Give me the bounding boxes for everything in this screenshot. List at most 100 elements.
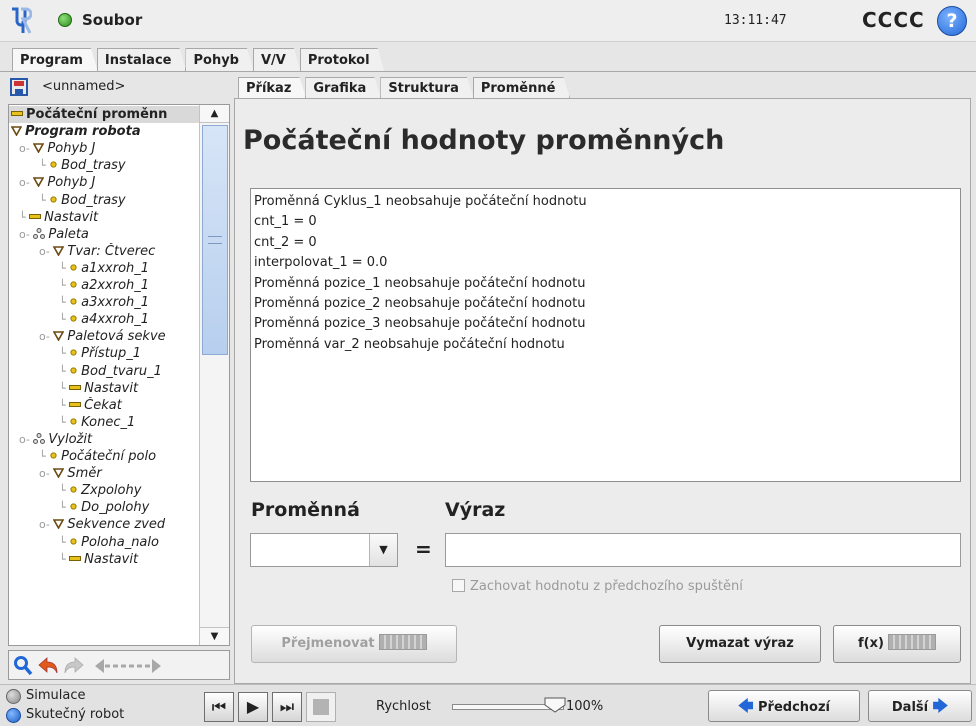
tab-variables[interactable]: Proměnné xyxy=(473,77,571,99)
tree-node[interactable]: o- Pohyb J xyxy=(9,140,199,157)
tree-node[interactable]: └ Konec_1 xyxy=(9,414,199,431)
tree-node-label: Vyložit xyxy=(48,431,93,447)
program-name: <unnamed> xyxy=(42,79,126,94)
bottom-bar: Simulace Skutečný robot ⏮ ▶ ⏭ Rychlost 1… xyxy=(0,684,976,726)
scroll-thumb[interactable] xyxy=(202,125,228,355)
tree-node-label: Přístup_1 xyxy=(81,346,142,362)
tree-connector-icon: └ xyxy=(39,159,50,173)
tree-node-label: Bod_trasy xyxy=(61,192,126,208)
step-forward-icon[interactable]: ⏭ xyxy=(272,692,302,722)
tree-node[interactable]: └ a3xxroh_1 xyxy=(9,294,199,311)
tab-program[interactable]: Program xyxy=(12,48,98,72)
fx-button[interactable]: f(x) xyxy=(833,625,961,663)
tree-toolbar xyxy=(8,650,230,680)
move-node-icon[interactable] xyxy=(93,655,163,677)
rename-button[interactable]: Přejmenovat xyxy=(251,625,457,663)
tree-node[interactable]: o- Směr xyxy=(9,465,199,482)
keep-value-label: Zachovat hodnotu z předchozího spuštění xyxy=(470,579,743,594)
tree-node[interactable]: └ Nastavit xyxy=(9,209,199,226)
tree-node[interactable]: └ Zxpolohy xyxy=(9,482,199,499)
scroll-down-icon[interactable]: ▼ xyxy=(200,627,229,645)
tree-node[interactable]: └ Čekat xyxy=(9,397,199,414)
tree-connector-icon: └ xyxy=(39,450,50,463)
tab-divider xyxy=(0,71,976,72)
tree-node[interactable]: Počáteční proměnn xyxy=(9,106,199,123)
tree-node[interactable]: └ Bod_trasy xyxy=(9,157,199,174)
clear-expression-button[interactable]: Vymazat výraz xyxy=(659,625,821,663)
tree-node[interactable]: Program robota xyxy=(9,123,199,140)
scroll-up-icon[interactable]: ▲ xyxy=(200,105,229,123)
tab-io[interactable]: V/V xyxy=(253,48,301,72)
simulation-radio[interactable] xyxy=(6,689,21,704)
keep-value-checkbox[interactable] xyxy=(452,579,465,592)
list-item[interactable]: Proměnná pozice_1 neobsahuje počáteční h… xyxy=(254,274,957,294)
tab-command[interactable]: Příkaz xyxy=(238,77,306,99)
list-item[interactable]: Proměnná Cyklus_1 neobsahuje počáteční h… xyxy=(254,192,957,212)
tree-node[interactable]: └ Nastavit xyxy=(9,380,199,397)
tree-node[interactable]: o- Tvar: Čtverec xyxy=(9,243,199,260)
arrow-right-icon: 🡆 xyxy=(932,697,949,715)
tab-installation[interactable]: Instalace xyxy=(97,48,187,72)
redo-icon[interactable] xyxy=(63,655,85,677)
tree-node[interactable]: └ a4xxroh_1 xyxy=(9,311,199,328)
save-icon[interactable] xyxy=(10,78,28,96)
tree-node[interactable]: └ Nastavit xyxy=(9,551,199,568)
tree-vertical-scrollbar[interactable]: ▲ ▼ xyxy=(199,105,229,645)
help-icon[interactable]: ? xyxy=(937,6,967,36)
undo-icon[interactable] xyxy=(37,655,59,677)
waypoint-dot-icon xyxy=(69,278,78,293)
previous-button[interactable]: 🡄 Předchozí xyxy=(708,690,860,722)
keep-value-checkbox-row[interactable]: Zachovat hodnotu z předchozího spuštění xyxy=(452,579,743,594)
list-item[interactable]: cnt_2 = 0 xyxy=(254,233,957,253)
tree-node[interactable]: └ Přístup_1 xyxy=(9,345,199,362)
tree-node[interactable]: └ Do_polohy xyxy=(9,499,199,516)
list-item[interactable]: cnt_1 = 0 xyxy=(254,212,957,232)
list-item[interactable]: Proměnná var_2 neobsahuje počáteční hodn… xyxy=(254,335,957,355)
tree-node[interactable]: o- Sekvence zved xyxy=(9,516,199,533)
next-button[interactable]: Další 🡆 xyxy=(868,690,972,722)
tree-node[interactable]: └ Bod_trasy xyxy=(9,192,199,209)
expression-input[interactable] xyxy=(445,533,961,567)
status-indicator-icon xyxy=(58,13,72,27)
list-item[interactable]: interpolovat_1 = 0.0 xyxy=(254,253,957,273)
collapse-triangle-icon xyxy=(53,244,65,259)
tab-log[interactable]: Protokol xyxy=(300,48,385,72)
tab-graphics[interactable]: Grafika xyxy=(305,77,381,99)
variables-list[interactable]: Proměnná Cyklus_1 neobsahuje počáteční h… xyxy=(250,188,961,482)
speed-slider-thumb[interactable] xyxy=(544,697,566,713)
chevron-down-icon[interactable]: ▼ xyxy=(369,534,397,566)
waypoint-dot-icon xyxy=(69,295,78,310)
tab-move[interactable]: Pohyb xyxy=(185,48,254,72)
speed-label: Rychlost xyxy=(376,699,431,714)
tree-node[interactable]: o- Paletová sekve xyxy=(9,328,199,345)
tree-node[interactable]: o- Vyložit xyxy=(9,431,199,448)
keyboard-icon xyxy=(378,634,427,650)
tree-node[interactable]: └ a2xxroh_1 xyxy=(9,277,199,294)
tree-connector-icon: o- xyxy=(39,244,54,258)
tree-connector-icon: └ xyxy=(59,552,70,566)
tree-connector-icon: └ xyxy=(59,535,70,549)
tree-connector-icon: └ xyxy=(59,296,70,310)
list-item[interactable]: Proměnná pozice_3 neobsahuje počáteční h… xyxy=(254,314,957,334)
waypoint-dot-icon xyxy=(69,364,78,379)
search-icon[interactable] xyxy=(13,655,33,677)
tree-node[interactable]: └ Bod_tvaru_1 xyxy=(9,363,199,380)
tree-connector-icon: o- xyxy=(39,330,54,344)
tree-node[interactable]: └ Poloha_nalo xyxy=(9,534,199,551)
tree-node[interactable]: o- Paleta xyxy=(9,226,199,243)
real-robot-radio[interactable] xyxy=(6,708,21,723)
top-bar: Soubor 13:11:47 CCCC ? xyxy=(0,0,976,42)
tab-structure[interactable]: Struktura xyxy=(380,77,474,99)
variable-select[interactable]: ▼ xyxy=(250,533,398,567)
play-icon[interactable]: ▶ xyxy=(238,692,268,722)
waypoint-dot-icon xyxy=(69,415,78,430)
tree-connector-icon: └ xyxy=(59,415,70,429)
tree-connector-icon: └ xyxy=(59,381,70,395)
tree-connector-icon: └ xyxy=(59,364,70,378)
file-menu[interactable]: Soubor xyxy=(82,11,142,29)
list-item[interactable]: Proměnná pozice_2 neobsahuje počáteční h… xyxy=(254,294,957,314)
tree-node[interactable]: └ a1xxroh_1 xyxy=(9,260,199,277)
tree-node[interactable]: o- Pohyb J xyxy=(9,174,199,191)
rewind-icon[interactable]: ⏮ xyxy=(204,692,234,722)
tree-node[interactable]: └ Počáteční polo xyxy=(9,448,199,465)
